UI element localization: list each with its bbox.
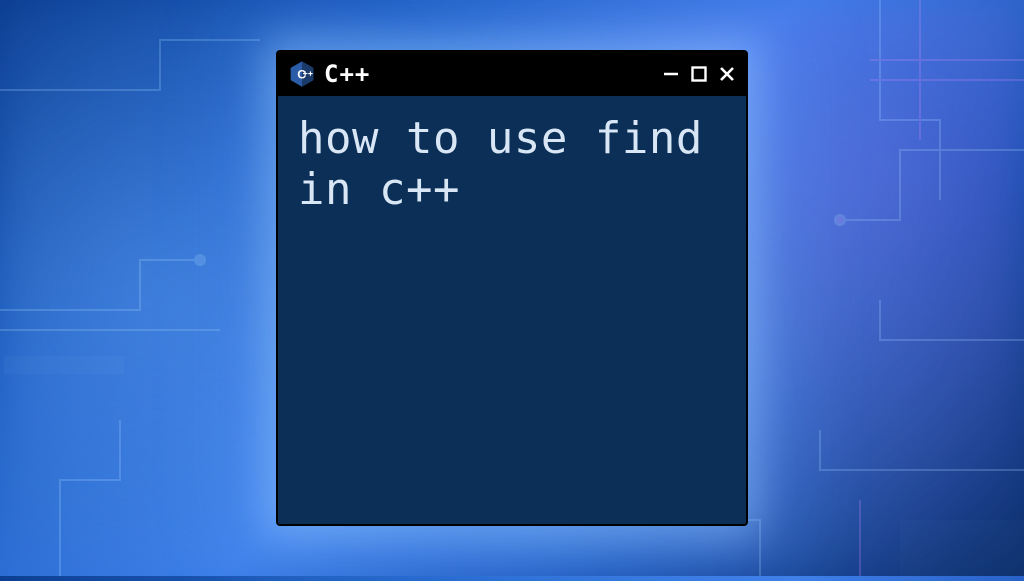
titlebar: C C++ xyxy=(278,52,746,96)
window-title: C++ xyxy=(324,60,652,88)
window-content: how to use find in c++ xyxy=(278,96,746,524)
close-button[interactable] xyxy=(716,63,738,85)
maximize-button[interactable] xyxy=(688,63,710,85)
minimize-button[interactable] xyxy=(660,63,682,85)
window-controls xyxy=(660,63,738,85)
cpp-icon: C xyxy=(288,60,316,88)
terminal-window: C C++ xyxy=(276,50,748,526)
